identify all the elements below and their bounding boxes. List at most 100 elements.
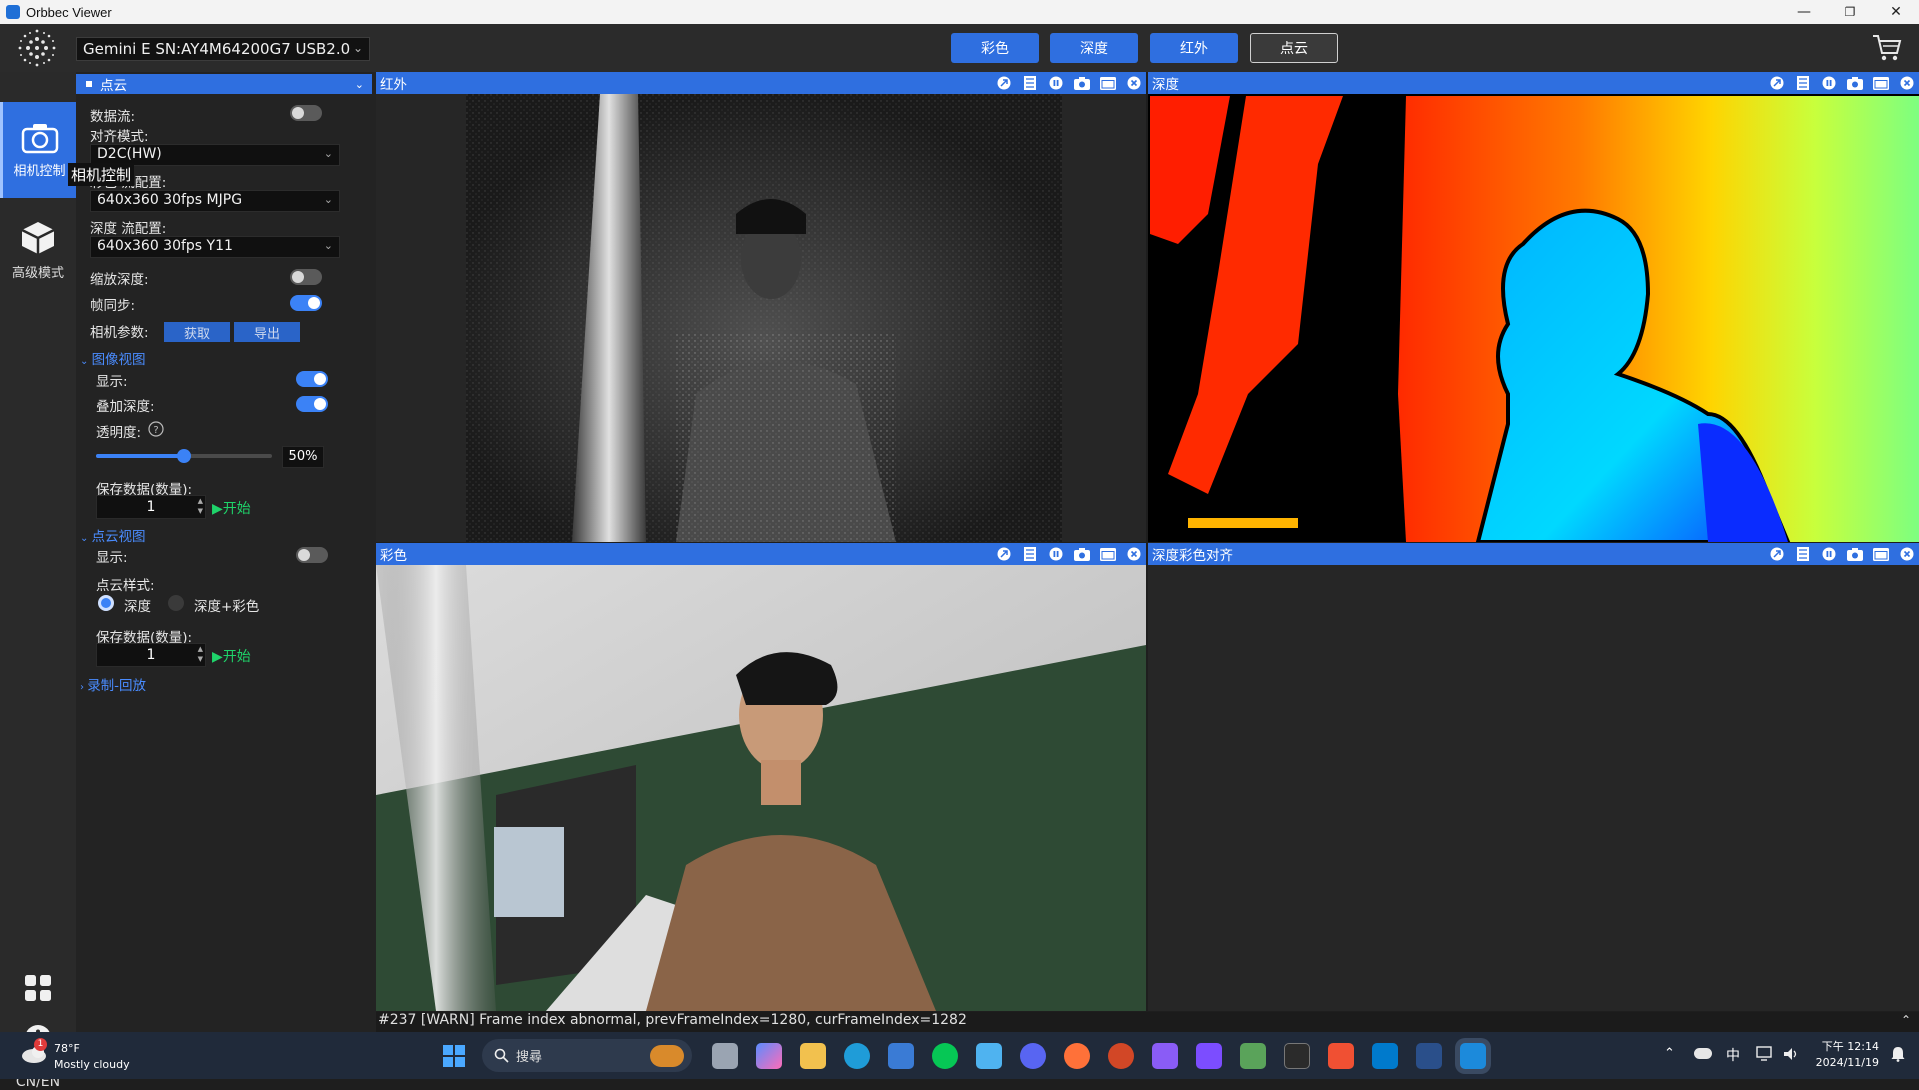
start-save-button[interactable]: ▶开始: [212, 498, 251, 518]
spin-up-icon[interactable]: ▲: [198, 497, 203, 505]
fetch-params-button[interactable]: 获取: [164, 322, 230, 342]
record-playback-section[interactable]: › 录制-回放: [80, 674, 146, 694]
aligned-pane-header: 深度彩色对齐: [1148, 543, 1919, 565]
git-icon[interactable]: [1328, 1043, 1354, 1069]
orbbec-viewer-taskbar-icon[interactable]: [1460, 1043, 1486, 1069]
edge-browser-icon[interactable]: [844, 1043, 870, 1069]
color-config-value: 640x360 30fps MJPG: [97, 192, 243, 208]
snapshot-icon[interactable]: [1074, 546, 1090, 562]
image-view-section-label: 图像视图: [91, 352, 146, 368]
image-view-section[interactable]: ⌄ 图像视图: [80, 348, 146, 368]
terminal-icon[interactable]: [1284, 1043, 1310, 1069]
close-icon[interactable]: [1126, 546, 1142, 562]
info-list-icon[interactable]: [1795, 546, 1811, 562]
notepadpp-icon[interactable]: [1240, 1043, 1266, 1069]
chevron-up-icon[interactable]: ⌃: [1664, 1046, 1675, 1061]
transparency-slider-track[interactable]: [96, 449, 272, 463]
snapshot-icon[interactable]: [1847, 75, 1863, 91]
task-view-icon[interactable]: [712, 1043, 738, 1069]
pc-save-count-value: 1: [146, 647, 156, 663]
save-count-spinbox[interactable]: 1 ▲ ▼: [96, 495, 206, 519]
panel-header[interactable]: 点云 ⌄: [76, 74, 372, 94]
fullscreen-icon[interactable]: [996, 75, 1012, 91]
close-icon[interactable]: [1899, 546, 1915, 562]
line-app-icon[interactable]: [932, 1043, 958, 1069]
chevron-up-icon[interactable]: ⌃: [1901, 1013, 1911, 1027]
store-icon[interactable]: [888, 1043, 914, 1069]
powershell-icon[interactable]: [1416, 1043, 1442, 1069]
minimize-button[interactable]: —: [1781, 0, 1827, 24]
pc-display-toggle[interactable]: [296, 547, 328, 563]
transparency-slider-handle[interactable]: [177, 449, 191, 463]
pause-icon[interactable]: [1048, 75, 1064, 91]
ime-indicator[interactable]: 中: [1726, 1045, 1740, 1065]
window-icon[interactable]: [1873, 75, 1889, 91]
pc-style-depth-color-radio[interactable]: [168, 595, 184, 611]
windows-start-icon[interactable]: [442, 1044, 466, 1068]
snapshot-icon[interactable]: [1074, 75, 1090, 91]
info-list-icon[interactable]: [1022, 75, 1038, 91]
notification-bell-icon[interactable]: [1891, 1046, 1905, 1062]
firefox-icon[interactable]: [1064, 1043, 1090, 1069]
spin-up-icon[interactable]: ▲: [198, 645, 203, 653]
notepad-icon[interactable]: [976, 1043, 1002, 1069]
info-list-icon[interactable]: [1795, 75, 1811, 91]
data-stream-toggle[interactable]: [290, 105, 322, 121]
app-purple-icon[interactable]: [1152, 1043, 1178, 1069]
weather-widget[interactable]: 78°F Mostly cloudy: [54, 1041, 130, 1073]
color-config-select[interactable]: 640x360 30fps MJPG ⌄: [90, 190, 340, 212]
rail-item-advanced-mode[interactable]: 高级模式: [0, 202, 76, 298]
spin-down-icon[interactable]: ▼: [198, 655, 203, 663]
pause-icon[interactable]: [1821, 75, 1837, 91]
help-icon[interactable]: ?: [148, 421, 164, 437]
pc-start-save-button[interactable]: ▶开始: [212, 646, 251, 666]
maximize-button[interactable]: ❐: [1827, 0, 1873, 24]
scale-depth-toggle[interactable]: [290, 269, 322, 285]
window-icon[interactable]: [1100, 546, 1116, 562]
taskbar-search[interactable]: 搜尋: [482, 1039, 692, 1072]
color-pane-title: 彩色: [380, 548, 407, 564]
pause-icon[interactable]: [1048, 546, 1064, 562]
close-window-button[interactable]: ✕: [1873, 0, 1919, 24]
system-clock[interactable]: 下午 12:14 2024/11/19: [1816, 1039, 1879, 1071]
spin-down-icon[interactable]: ▼: [198, 507, 203, 515]
volume-icon[interactable]: [1782, 1046, 1800, 1062]
vscode-icon[interactable]: [1372, 1043, 1398, 1069]
mode-button-ir[interactable]: 红外: [1150, 33, 1238, 63]
close-icon[interactable]: [1899, 75, 1915, 91]
frame-sync-toggle[interactable]: [290, 295, 322, 311]
overlay-depth-toggle[interactable]: [296, 396, 328, 412]
fullscreen-icon[interactable]: [1769, 75, 1785, 91]
snapshot-icon[interactable]: [1847, 546, 1863, 562]
mode-button-pointcloud[interactable]: 点云: [1250, 33, 1338, 63]
onedrive-icon[interactable]: [1694, 1048, 1712, 1059]
transparency-spinbox[interactable]: 50%: [282, 446, 324, 468]
network-icon[interactable]: [1756, 1046, 1774, 1062]
pc-save-count-spinbox[interactable]: 1 ▲ ▼: [96, 643, 206, 667]
fullscreen-icon[interactable]: [996, 546, 1012, 562]
close-icon[interactable]: [1126, 75, 1142, 91]
fullscreen-icon[interactable]: [1769, 546, 1785, 562]
rail-item-camera-control[interactable]: 相机控制: [0, 102, 76, 198]
copilot-icon[interactable]: [756, 1043, 782, 1069]
cart-icon[interactable]: [1871, 32, 1903, 64]
mode-button-depth[interactable]: 深度: [1050, 33, 1138, 63]
weather-icon[interactable]: 1: [20, 1038, 48, 1064]
info-list-icon[interactable]: [1022, 546, 1038, 562]
export-params-button[interactable]: 导出: [234, 322, 300, 342]
display-toggle[interactable]: [296, 371, 328, 387]
pc-style-depth-radio[interactable]: [98, 595, 114, 611]
window-icon[interactable]: [1873, 546, 1889, 562]
device-select[interactable]: Gemini E SN:AY4M64200G7 USB2.0 ⌄: [76, 37, 370, 61]
pause-icon[interactable]: [1821, 546, 1837, 562]
mode-button-color[interactable]: 彩色: [951, 33, 1039, 63]
obsidian-icon[interactable]: [1196, 1043, 1222, 1069]
pointcloud-view-section[interactable]: ⌄ 点云视图: [80, 525, 146, 545]
file-explorer-icon[interactable]: [800, 1043, 826, 1069]
window-icon[interactable]: [1100, 75, 1116, 91]
discord-icon[interactable]: [1020, 1043, 1046, 1069]
depth-config-select[interactable]: 640x360 30fps Y11 ⌄: [90, 236, 340, 258]
powerpoint-icon[interactable]: [1108, 1043, 1134, 1069]
grid-icon[interactable]: [24, 974, 52, 1002]
status-log: #237 [WARN] Frame index abnormal, prevFr…: [376, 1012, 1919, 1032]
